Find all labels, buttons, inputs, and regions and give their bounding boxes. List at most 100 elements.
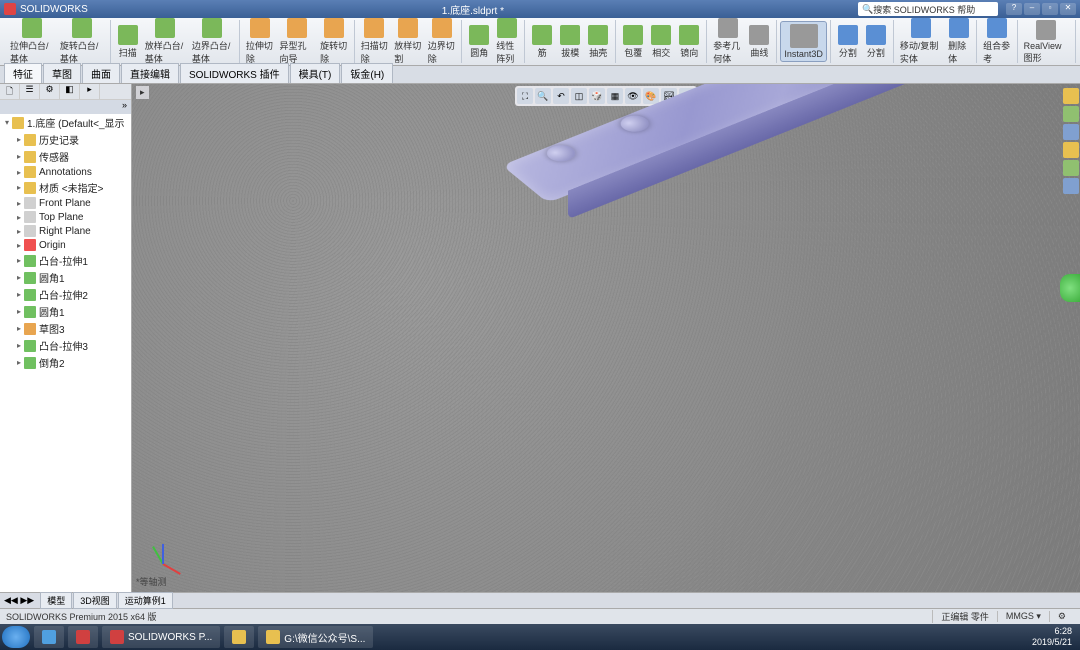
command-tab[interactable]: 钣金(H) <box>341 63 393 83</box>
hide-show-icon[interactable]: 👁 <box>625 88 641 104</box>
sidebar-tab-property[interactable]: ☰ <box>20 84 40 100</box>
appearances-icon[interactable] <box>1063 160 1079 176</box>
sidebar-tab-extra[interactable]: ▸ <box>80 84 100 100</box>
view-palette-icon[interactable] <box>1063 142 1079 158</box>
wrap-button[interactable]: 包覆 <box>619 23 647 61</box>
tree-item[interactable]: ▸圆角1 <box>0 269 131 286</box>
combine-button[interactable]: 组合参考 <box>980 16 1014 67</box>
tree-item[interactable]: ▸草图3 <box>0 320 131 337</box>
start-button[interactable] <box>2 626 30 648</box>
cut-sweep-button[interactable]: 扫描切除 <box>358 16 392 67</box>
mirror-button[interactable]: 镜向 <box>675 23 703 61</box>
taskbar-item[interactable] <box>34 626 64 648</box>
help-search-input[interactable]: 🔍 搜索 SOLIDWORKS 帮助 <box>858 2 998 16</box>
tree-item[interactable]: ▸倒角2 <box>0 354 131 371</box>
split-button[interactable]: 分割 <box>834 23 862 61</box>
tree-item[interactable]: ▸圆角1 <box>0 303 131 320</box>
ribbon-group: 扫描放样凸台/基体边界凸台/基体 <box>111 20 240 63</box>
tree-item[interactable]: ▸Annotations <box>0 165 131 179</box>
rib-button[interactable]: 筋 <box>528 23 556 61</box>
tree-item[interactable]: ▸Right Plane <box>0 224 131 238</box>
resources-tab-icon[interactable] <box>1063 88 1079 104</box>
cut-boundary-button[interactable]: 边界切除 <box>425 16 459 67</box>
command-tab[interactable]: 模具(T) <box>290 63 341 83</box>
sidebar-tab-display[interactable]: ◧ <box>60 84 80 100</box>
cut-revolve-button[interactable]: 旋转切除 <box>317 16 351 67</box>
command-tab[interactable]: 曲面 <box>82 63 120 83</box>
tree-item-label: 材质 <未指定> <box>39 180 103 195</box>
zoom-area-icon[interactable]: 🔍 <box>535 88 551 104</box>
viewport-breadcrumb[interactable]: ▸ <box>136 86 149 99</box>
pattern-button[interactable]: 线性阵列 <box>493 16 521 67</box>
view-tab[interactable]: 3D视图 <box>73 592 117 609</box>
move-button[interactable]: 移动/复制实体 <box>897 16 945 67</box>
extrude-button[interactable]: 拉伸凸台/基体 <box>7 16 57 67</box>
system-clock[interactable]: 6:28 2019/5/21 <box>1026 626 1078 648</box>
taskbar-item[interactable]: G:\微信公众号\S... <box>258 626 373 648</box>
orientation-triad[interactable] <box>142 532 182 572</box>
maximize-button[interactable]: ▫ <box>1042 3 1058 15</box>
section-view-icon[interactable]: ◫ <box>571 88 587 104</box>
command-tab[interactable]: SOLIDWORKS 插件 <box>180 63 289 83</box>
zoom-fit-icon[interactable]: ⛶ <box>517 88 533 104</box>
tree-item-label: Origin <box>39 240 66 251</box>
loft-button[interactable]: 放样凸台/基体 <box>142 16 189 67</box>
instant3d-button[interactable]: Instant3D <box>780 21 827 62</box>
file-explorer-icon[interactable] <box>1063 124 1079 140</box>
taskbar-app-icon <box>110 630 124 644</box>
realview-button[interactable]: RealView 图形 <box>1021 18 1072 66</box>
taskbar-item[interactable] <box>224 626 254 648</box>
draft-button[interactable]: 拔模 <box>556 23 584 61</box>
plane-icon <box>24 197 36 209</box>
sidebar-tab-config[interactable]: ⚙ <box>40 84 60 100</box>
delete-button[interactable]: 删除体 <box>945 16 973 67</box>
taskbar-item[interactable] <box>68 626 98 648</box>
hole-button[interactable]: 异型孔向导 <box>277 16 318 67</box>
shell-icon <box>588 25 608 45</box>
tree-item[interactable]: ▸凸台-拉伸1 <box>0 252 131 269</box>
status-custom-icon[interactable]: ⚙ <box>1049 611 1074 622</box>
tree-item[interactable]: ▸Front Plane <box>0 196 131 210</box>
expand-taskpane-icon[interactable] <box>1060 274 1080 302</box>
status-version: SOLIDWORKS Premium 2015 x64 版 <box>6 610 157 623</box>
command-tab[interactable]: 草图 <box>43 63 81 83</box>
help-icon[interactable]: ? <box>1006 3 1022 15</box>
feature-tree[interactable]: ▾1.底座 (Default<_显示▸历史记录▸传感器▸Annotations▸… <box>0 114 131 592</box>
nav-arrows[interactable]: ◀◀ ▶▶ <box>4 595 34 606</box>
intersect-button[interactable]: 相交 <box>647 23 675 61</box>
tree-item[interactable]: ▸传感器 <box>0 148 131 165</box>
custom-props-icon[interactable] <box>1063 178 1079 194</box>
tree-item[interactable]: ▸材质 <未指定> <box>0 179 131 196</box>
view-orientation-icon[interactable]: 🎲 <box>589 88 605 104</box>
design-library-icon[interactable] <box>1063 106 1079 122</box>
command-tab[interactable]: 直接编辑 <box>121 63 179 83</box>
fillet-button[interactable]: 圆角 <box>465 23 493 61</box>
tree-root[interactable]: ▾1.底座 (Default<_显示 <box>0 114 131 131</box>
cut-extrude-button[interactable]: 拉伸切除 <box>243 16 277 67</box>
tree-item[interactable]: ▸Top Plane <box>0 210 131 224</box>
close-button[interactable]: ✕ <box>1060 3 1076 15</box>
minimize-button[interactable]: – <box>1024 3 1040 15</box>
shell-button[interactable]: 抽壳 <box>584 23 612 61</box>
view-tab[interactable]: 模型 <box>40 592 72 609</box>
curves-button[interactable]: 曲线 <box>745 23 773 61</box>
boundary-button[interactable]: 边界凸台/基体 <box>189 16 236 67</box>
view-tab[interactable]: 运动算例1 <box>118 592 173 609</box>
display-style-icon[interactable]: ▦ <box>607 88 623 104</box>
sweep-button[interactable]: 扫描 <box>114 23 142 61</box>
sidebar-tab-feature[interactable]: 🗋 <box>0 84 20 100</box>
tree-item[interactable]: ▸凸台-拉伸3 <box>0 337 131 354</box>
ref-geom-button[interactable]: 参考几何体 <box>710 16 745 67</box>
command-tab[interactable]: 特征 <box>4 63 42 83</box>
status-units[interactable]: MMGS ▾ <box>997 611 1049 622</box>
taskbar-item[interactable]: SOLIDWORKS P... <box>102 626 220 648</box>
split2-button[interactable]: 分割 <box>862 23 890 61</box>
tree-item[interactable]: ▸凸台-拉伸2 <box>0 286 131 303</box>
prev-view-icon[interactable]: ↶ <box>553 88 569 104</box>
tree-item[interactable]: ▸历史记录 <box>0 131 131 148</box>
3d-viewport[interactable]: ▸ ⛶ 🔍 ↶ ◫ 🎲 ▦ 👁 🎨 🏞 ⚙ <box>132 84 1080 592</box>
revolve-button[interactable]: 旋转凸台/基体 <box>57 16 107 67</box>
cut-loft-button[interactable]: 放样切割 <box>391 16 425 67</box>
tree-item[interactable]: ▸Origin <box>0 238 131 252</box>
edit-appearance-icon[interactable]: 🎨 <box>643 88 659 104</box>
